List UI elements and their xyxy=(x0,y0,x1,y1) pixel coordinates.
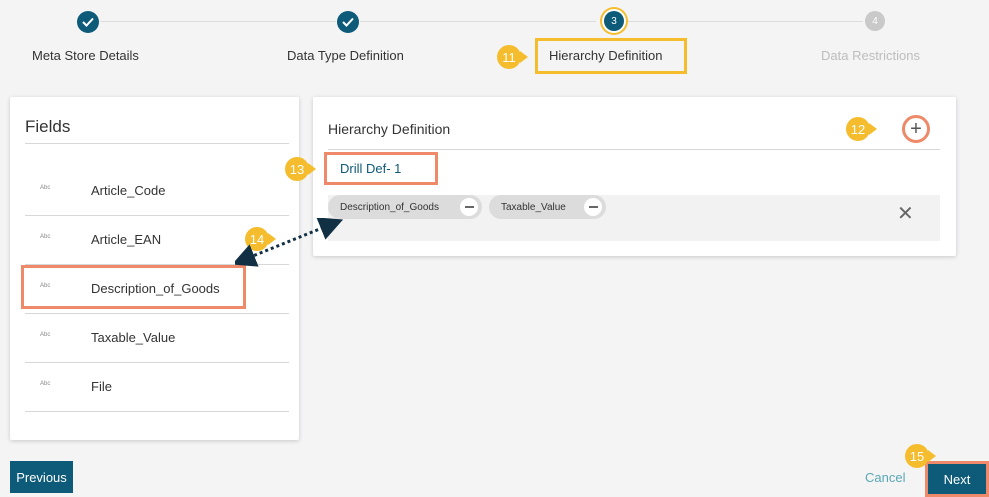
field-name: Article_EAN xyxy=(91,232,162,247)
next-button[interactable]: Next xyxy=(925,461,989,497)
remove-icon[interactable] xyxy=(584,198,602,216)
plus-icon: + xyxy=(910,118,922,140)
step-connector xyxy=(360,21,596,22)
chip-taxable-value[interactable]: Taxable_Value xyxy=(489,195,606,219)
field-name: Taxable_Value xyxy=(91,330,176,345)
previous-button[interactable]: Previous xyxy=(10,461,73,493)
field-item-file[interactable]: Abc File xyxy=(25,363,289,412)
step-1-label[interactable]: Meta Store Details xyxy=(32,48,139,63)
callout-12: 12 xyxy=(846,117,877,141)
text-type-icon: Abc xyxy=(40,381,51,387)
step-4-number[interactable]: 4 xyxy=(865,11,885,31)
divider xyxy=(328,149,940,150)
field-item-taxable-value[interactable]: Abc Taxable_Value xyxy=(25,314,289,363)
chip-label: Description_of_Goods xyxy=(340,201,439,213)
callout-15: 15 xyxy=(905,444,936,468)
step-connector xyxy=(100,21,336,22)
text-type-icon: Abc xyxy=(40,234,51,240)
step-connector xyxy=(625,21,863,22)
cancel-link[interactable]: Cancel xyxy=(865,470,905,485)
text-type-icon: Abc xyxy=(40,185,51,191)
divider xyxy=(25,143,289,144)
step-3-number[interactable]: 3 xyxy=(604,11,624,31)
drill-def-label-box[interactable]: Drill Def- 1 xyxy=(324,152,438,185)
field-name: File xyxy=(91,379,112,394)
drill-def-label: Drill Def- 1 xyxy=(340,161,402,176)
chip-description-of-goods[interactable]: Description_of_Goods xyxy=(328,195,482,219)
hierarchy-title: Hierarchy Definition xyxy=(328,121,451,137)
fields-title: Fields xyxy=(25,117,71,136)
step-2-label[interactable]: Data Type Definition xyxy=(287,48,404,63)
field-highlight-box xyxy=(21,265,246,309)
callout-11: 11 xyxy=(497,45,528,69)
field-item-article-code[interactable]: Abc Article_Code xyxy=(25,167,289,216)
callout-13: 13 xyxy=(285,157,316,181)
step-1-check-icon[interactable] xyxy=(77,11,99,33)
add-drill-button[interactable]: + xyxy=(902,115,930,143)
field-name: Article_Code xyxy=(91,183,166,198)
text-type-icon: Abc xyxy=(40,332,51,338)
step-3-label[interactable]: Hierarchy Definition xyxy=(549,48,662,63)
step-4-label: Data Restrictions xyxy=(821,48,920,63)
drill-drop-area[interactable]: Description_of_Goods Taxable_Value ✕ xyxy=(328,195,940,241)
chip-label: Taxable_Value xyxy=(501,201,566,213)
close-icon[interactable]: ✕ xyxy=(897,204,914,224)
remove-icon[interactable] xyxy=(460,198,478,216)
drag-arrow-icon xyxy=(235,218,344,267)
step-2-check-icon[interactable] xyxy=(337,11,359,33)
